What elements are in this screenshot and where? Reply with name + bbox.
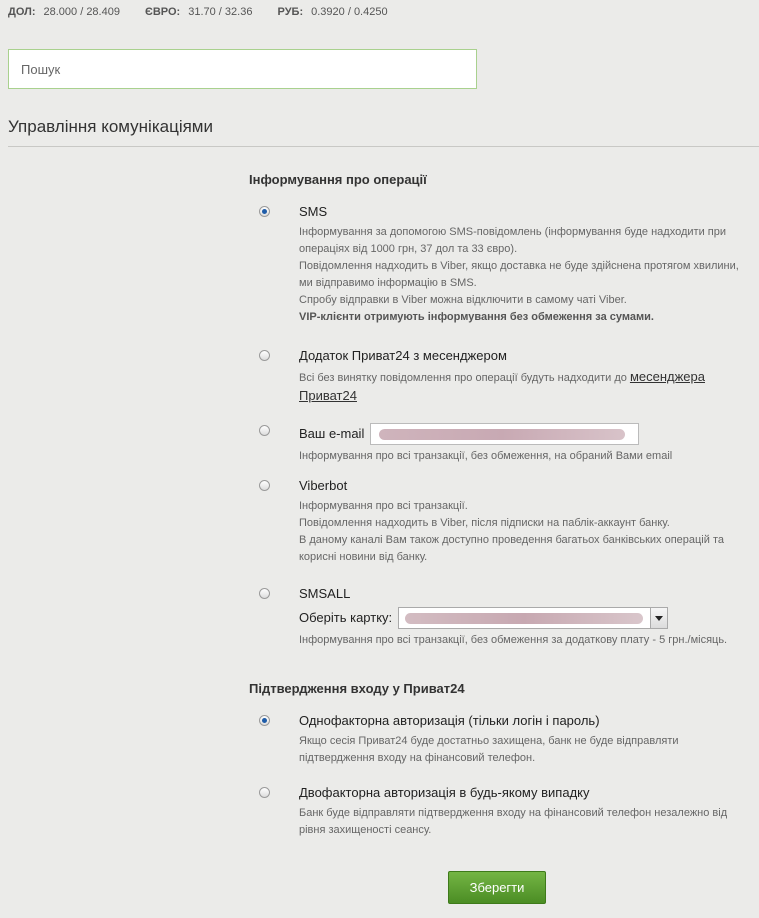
option-one-factor-label: Однофакторна авторизація (тільки логін і… xyxy=(299,713,600,728)
option-viberbot-desc-line: В даному каналі Вам також доступно прове… xyxy=(299,534,724,563)
radio-two-factor-auth[interactable] xyxy=(259,787,270,798)
email-value-redacted xyxy=(379,429,626,440)
option-sms-vip-note: VIP-клієнти отримують інформування без о… xyxy=(299,311,654,323)
radio-smsall[interactable] xyxy=(259,588,270,599)
section-title-login-confirmation: Підтвердження входу у Приват24 xyxy=(249,681,465,696)
rate-value-usd: 28.000 / 28.409 xyxy=(43,6,120,18)
option-email-label: Ваш e-mail xyxy=(299,426,365,441)
option-two-factor-label: Двофакторна авторизація в будь-якому вип… xyxy=(299,785,590,800)
option-sms-desc-line: Повідомлення надходить в Viber, якщо дос… xyxy=(299,260,739,289)
currency-rates: ДОЛ: 28.000 / 28.409 ЄВРО: 31.70 / 32.36 Р… xyxy=(8,6,410,18)
radio-viberbot[interactable] xyxy=(259,480,270,491)
search-input[interactable] xyxy=(8,49,477,89)
save-button[interactable]: Зберегти xyxy=(448,871,546,904)
option-smsall-description: Інформування про всі транзакції, без обм… xyxy=(299,634,728,646)
option-privat24-app-description: Всі без винятку повідомлення про операці… xyxy=(299,368,754,406)
radio-one-factor-auth[interactable] xyxy=(259,715,270,726)
option-email-description: Інформування про всі транзакції, без обм… xyxy=(299,450,673,462)
rate-value-rub: 0.3920 / 0.4250 xyxy=(311,6,388,18)
option-sms-description: Інформування за допомогою SMS-повідомлен… xyxy=(299,224,754,326)
card-select-label: Оберіть картку: xyxy=(299,610,393,625)
radio-email[interactable] xyxy=(259,425,270,436)
option-one-factor-description: Якщо сесія Приват24 буде достатньо захищ… xyxy=(299,735,679,764)
title-divider xyxy=(8,146,759,147)
option-privat24-app-label: Додаток Приват24 з месенджером xyxy=(299,348,507,363)
card-value-redacted xyxy=(405,613,644,624)
rate-currency-rub: РУБ: xyxy=(277,6,304,18)
card-select[interactable] xyxy=(398,607,669,629)
radio-privat24-app[interactable] xyxy=(259,350,270,361)
section-title-notifications: Інформування про операції xyxy=(249,172,427,187)
option-viberbot-desc-line: Повідомлення надходить в Viber, після пі… xyxy=(299,517,670,529)
option-sms-label: SMS xyxy=(299,204,328,219)
email-field[interactable] xyxy=(370,423,640,445)
page-title: Управління комунікаціями xyxy=(8,117,213,136)
rate-value-eur: 31.70 / 32.36 xyxy=(188,6,253,18)
rate-currency-usd: ДОЛ: xyxy=(8,6,36,18)
chevron-down-icon[interactable] xyxy=(650,608,668,628)
option-two-factor-description: Банк буде відправляти підтвердження вход… xyxy=(299,807,728,836)
option-viberbot-label: Viberbot xyxy=(299,478,348,493)
option-sms-desc-line: Спробу відправки в Viber можна відключит… xyxy=(299,294,627,306)
option-privat24-app-desc-text: Всі без винятку повідомлення про операці… xyxy=(299,372,630,384)
option-viberbot-desc-line: Інформування про всі транзакції. xyxy=(299,500,468,512)
radio-sms[interactable] xyxy=(259,206,270,217)
option-sms-desc-line: Інформування за допомогою SMS-повідомлен… xyxy=(299,226,726,255)
option-smsall-label: SMSALL xyxy=(299,586,351,601)
option-viberbot-description: Інформування про всі транзакції. Повідом… xyxy=(299,498,754,566)
rate-currency-eur: ЄВРО: xyxy=(145,6,181,18)
